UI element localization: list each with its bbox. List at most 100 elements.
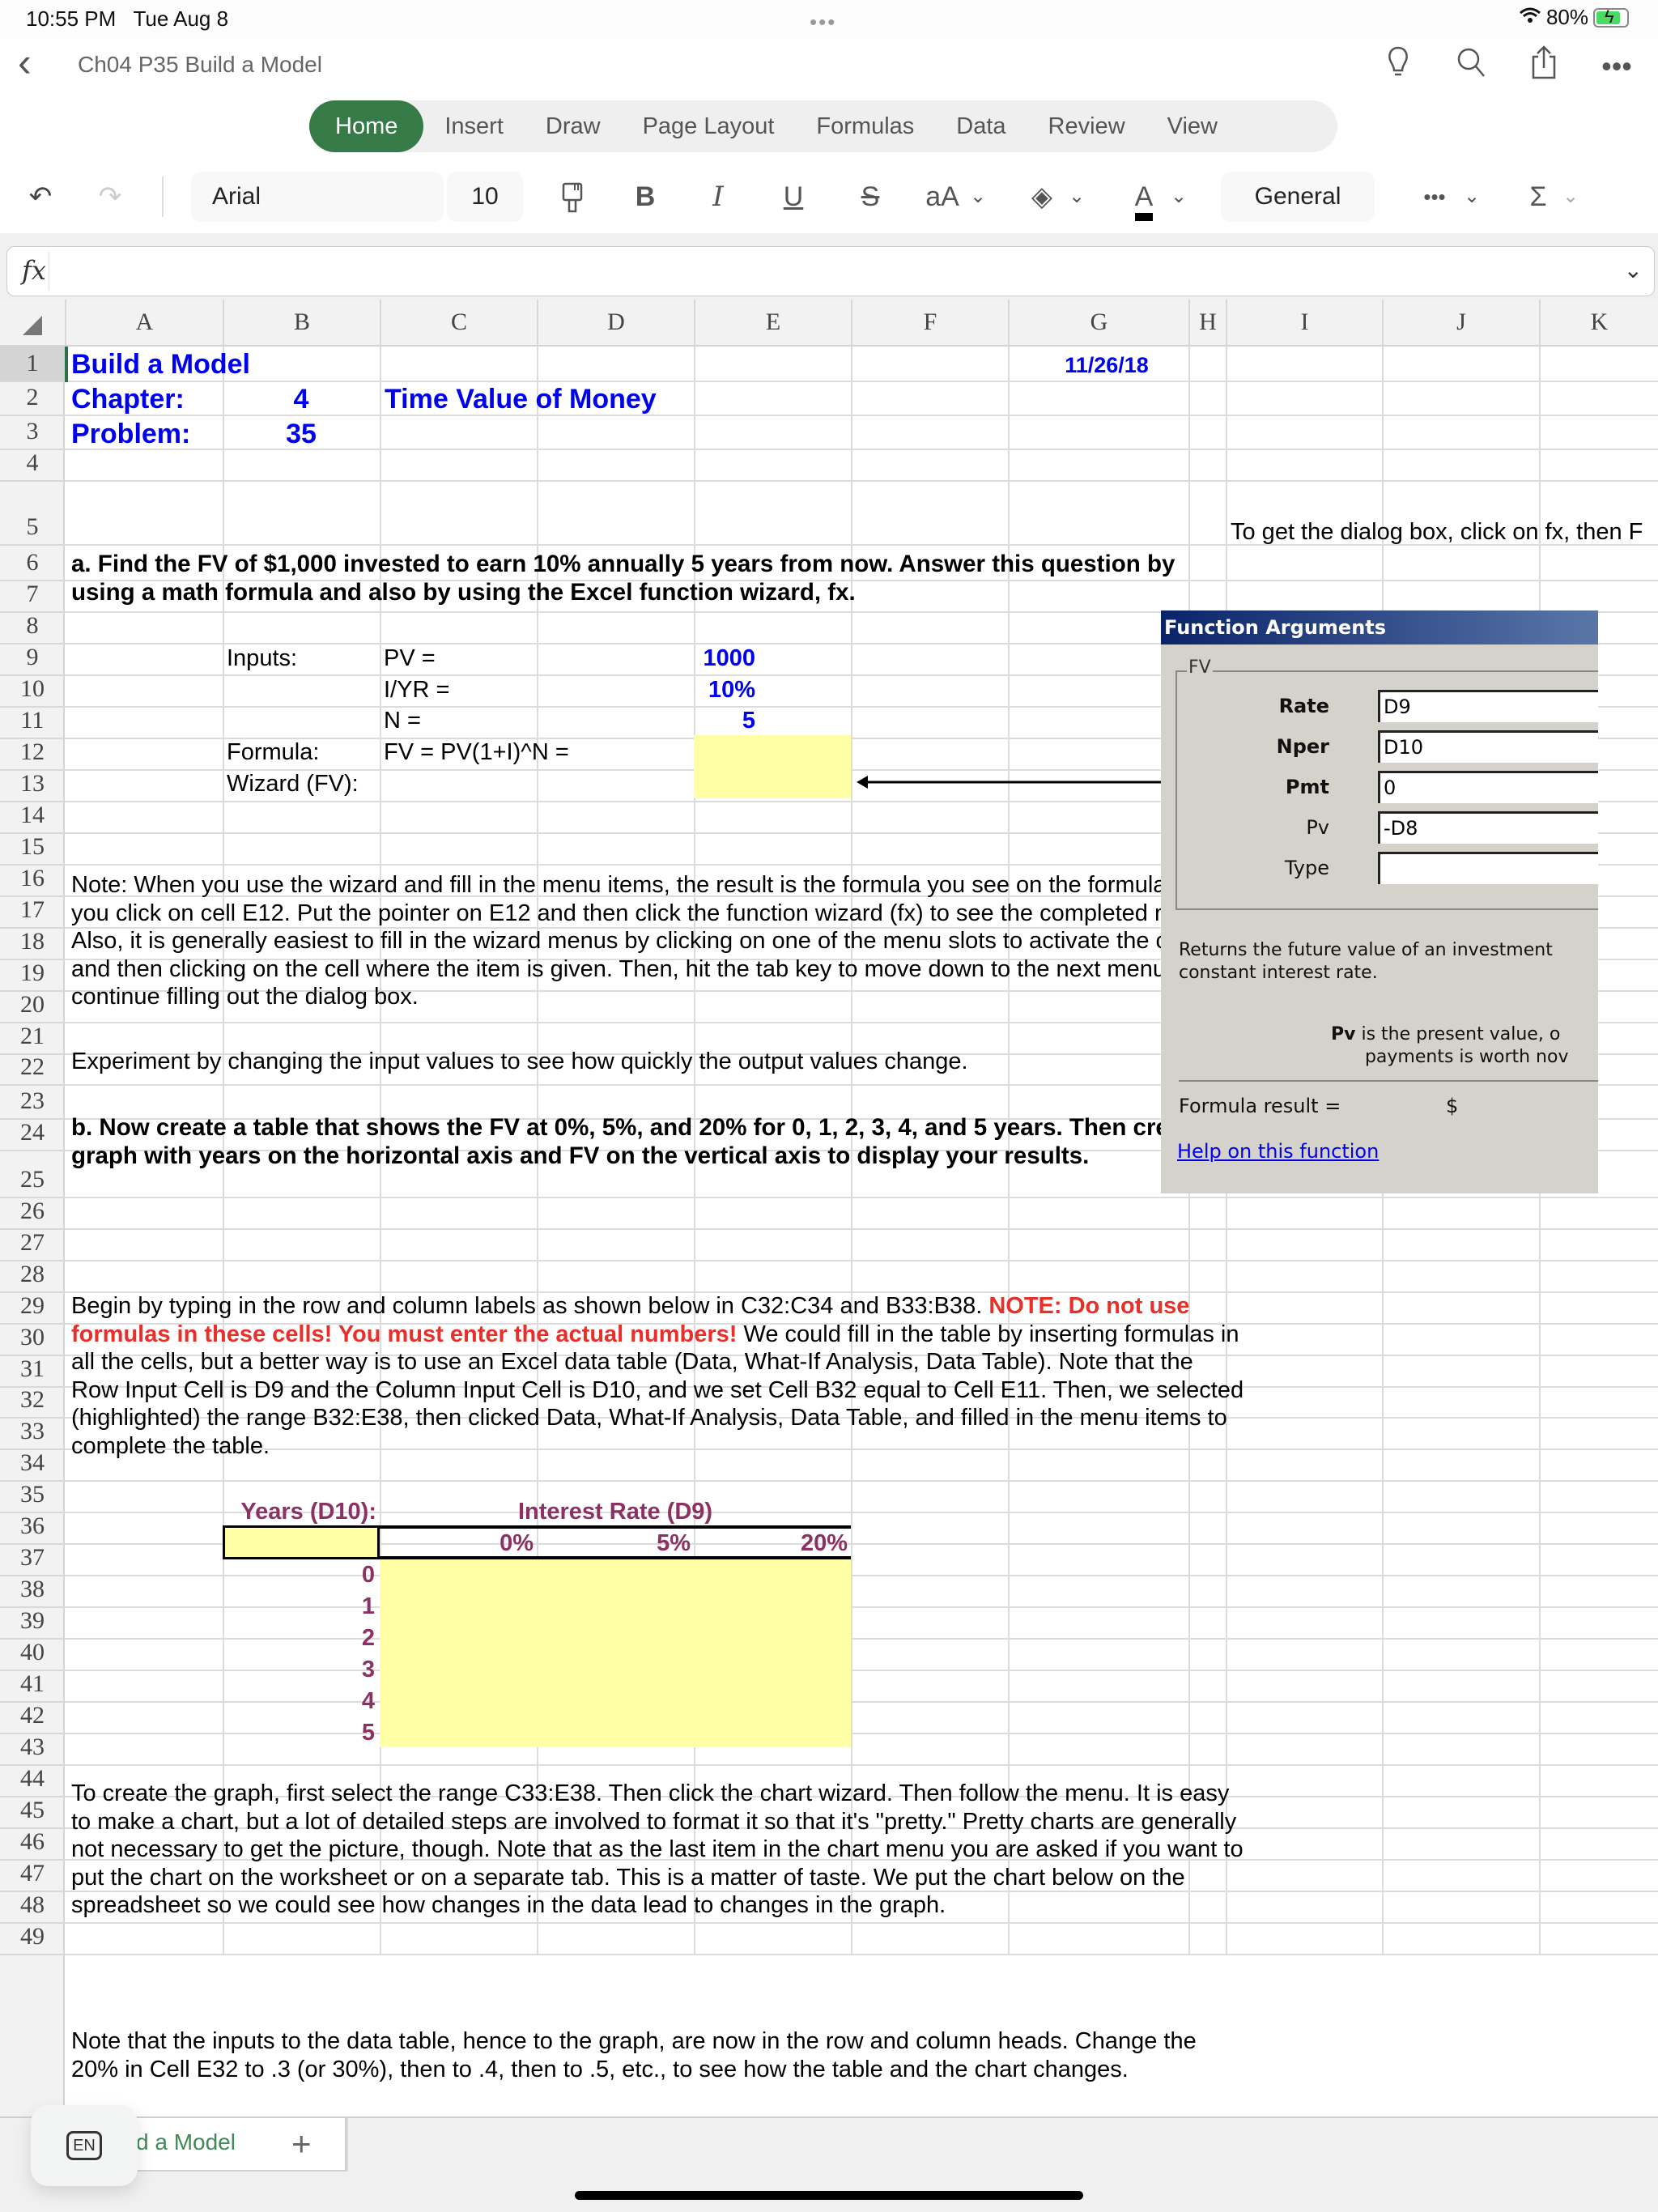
n-label[interactable]: N = — [384, 705, 421, 736]
column-header-c[interactable]: C — [380, 300, 537, 345]
row-header-10[interactable]: 10 — [0, 675, 65, 708]
row-header-41[interactable]: 41 — [0, 1670, 65, 1703]
row-header-35[interactable]: 35 — [0, 1481, 65, 1513]
pv-label[interactable]: PV = — [384, 643, 436, 674]
inputs-label[interactable]: Inputs: — [227, 643, 297, 674]
row-header-37[interactable]: 37 — [0, 1544, 65, 1576]
row-header-45[interactable]: 45 — [0, 1797, 65, 1829]
chevron-down-icon[interactable]: ⌄ — [968, 172, 988, 222]
font-size-adjust-button[interactable]: aA — [918, 172, 967, 222]
tab-home[interactable]: Home — [309, 100, 424, 152]
document-title[interactable]: Ch04 P35 Build a Model — [78, 52, 322, 78]
chapter-label[interactable]: Chapter: — [71, 384, 185, 415]
tab-data[interactable]: Data — [935, 100, 1027, 152]
row-header-33[interactable]: 33 — [0, 1418, 65, 1450]
row-header-6[interactable]: 6 — [0, 546, 65, 581]
chevron-left-icon[interactable]: ‹ — [18, 42, 32, 83]
more-icon[interactable]: ••• — [1600, 49, 1634, 83]
topic-title[interactable]: Time Value of Money — [385, 384, 657, 415]
graph-instructions[interactable]: To create the graph, first select the ra… — [71, 1780, 1245, 1920]
row-header-47[interactable]: 47 — [0, 1860, 65, 1892]
rate-0[interactable]: 0% — [380, 1528, 534, 1559]
tab-formulas[interactable]: Formulas — [795, 100, 935, 152]
sheet-title[interactable]: Build a Model — [71, 349, 250, 380]
strikethrough-button[interactable]: S — [850, 172, 891, 222]
question-b[interactable]: b. Now create a table that shows the FV … — [71, 1114, 1237, 1170]
wizard-label[interactable]: Wizard (FV): — [227, 768, 359, 799]
column-header-j[interactable]: J — [1382, 300, 1539, 345]
column-header-i[interactable]: I — [1226, 300, 1382, 345]
row-header-18[interactable]: 18 — [0, 928, 65, 960]
lightbulb-icon[interactable] — [1381, 46, 1415, 86]
chevron-down-icon[interactable]: ⌄ — [1067, 172, 1086, 222]
pv-value[interactable]: 1000 — [537, 643, 755, 674]
chapter-value[interactable]: 4 — [223, 384, 380, 415]
tab-page-layout[interactable]: Page Layout — [622, 100, 796, 152]
row-header-36[interactable]: 36 — [0, 1512, 65, 1545]
years-header[interactable]: Years (D10): — [223, 1496, 380, 1527]
row-header-38[interactable]: 38 — [0, 1576, 65, 1608]
question-a[interactable]: a. Find the FV of $1,000 invested to ear… — [71, 551, 1237, 606]
row-header-20[interactable]: 20 — [0, 991, 65, 1023]
row-header-2[interactable]: 2 — [0, 382, 65, 416]
tab-review[interactable]: Review — [1027, 100, 1146, 152]
data-table-results[interactable] — [380, 1558, 851, 1747]
row-header-15[interactable]: 15 — [0, 833, 65, 866]
tab-insert[interactable]: Insert — [423, 100, 525, 152]
tab-view[interactable]: View — [1146, 100, 1239, 152]
autosum-icon[interactable]: Σ — [1522, 172, 1554, 222]
formula-text[interactable]: FV = PV(1+I)^N = — [384, 737, 569, 768]
column-header-f[interactable]: F — [851, 300, 1008, 345]
row-header-31[interactable]: 31 — [0, 1355, 65, 1388]
chevron-down-icon[interactable]: ⌄ — [1561, 172, 1580, 222]
number-format-field[interactable]: General — [1221, 172, 1375, 222]
year-cell[interactable]: 1 — [223, 1591, 375, 1622]
home-indicator[interactable] — [575, 2191, 1083, 2200]
row-header-26[interactable]: 26 — [0, 1197, 65, 1230]
row-header-17[interactable]: 17 — [0, 896, 65, 929]
row-header-14[interactable]: 14 — [0, 802, 65, 834]
row-header-44[interactable]: 44 — [0, 1765, 65, 1797]
sheet-date[interactable]: 11/26/18 — [1050, 350, 1163, 381]
add-sheet-button[interactable]: + — [291, 2125, 312, 2163]
rate-header[interactable]: Interest Rate (D9) — [380, 1496, 851, 1527]
row-header-32[interactable]: 32 — [0, 1386, 65, 1419]
chevron-down-icon[interactable]: ⌄ — [1624, 257, 1643, 283]
fx-icon[interactable]: fx — [22, 255, 46, 286]
formula-label[interactable]: Formula: — [227, 737, 319, 768]
italic-button[interactable]: I — [698, 172, 738, 222]
rate-1[interactable]: 5% — [537, 1528, 691, 1559]
fv-answer-cells[interactable] — [694, 735, 851, 798]
row-header-30[interactable]: 30 — [0, 1324, 65, 1356]
row-header-9[interactable]: 9 — [0, 644, 65, 676]
tab-draw[interactable]: Draw — [525, 100, 622, 152]
year-cell[interactable]: 2 — [223, 1623, 375, 1653]
row-header-12[interactable]: 12 — [0, 738, 65, 771]
wizard-note[interactable]: Note: When you use the wizard and fill i… — [71, 871, 1245, 1011]
dialog-hint[interactable]: To get the dialog box, click on fx, then… — [1231, 517, 1643, 547]
row-header-8[interactable]: 8 — [0, 612, 65, 644]
formula-input[interactable] — [56, 250, 1605, 292]
row-header-27[interactable]: 27 — [0, 1229, 65, 1261]
font-name-field[interactable]: Arial — [191, 172, 444, 222]
row-header-46[interactable]: 46 — [0, 1828, 65, 1861]
year-cell[interactable]: 3 — [223, 1654, 375, 1685]
select-all-button[interactable] — [0, 300, 65, 345]
redo-icon[interactable]: ↷ — [87, 172, 133, 222]
more-icon[interactable]: ••• — [1418, 172, 1451, 222]
year-cell[interactable]: 4 — [223, 1686, 375, 1716]
column-header-g[interactable]: G — [1008, 300, 1188, 345]
row-header-48[interactable]: 48 — [0, 1891, 65, 1924]
font-size-field[interactable]: 10 — [447, 172, 523, 222]
row-header-21[interactable]: 21 — [0, 1023, 65, 1055]
column-header-e[interactable]: E — [694, 300, 851, 345]
row-header-1[interactable]: 1 — [0, 347, 65, 382]
row-header-24[interactable]: 24 — [0, 1119, 65, 1151]
search-icon[interactable] — [1454, 47, 1488, 85]
row-header-5[interactable]: 5 — [0, 482, 65, 546]
row-header-4[interactable]: 4 — [0, 449, 65, 482]
font-color-icon[interactable]: A — [1124, 172, 1164, 222]
final-note[interactable]: Note that the inputs to the data table, … — [71, 2027, 1237, 2083]
row-header-11[interactable]: 11 — [0, 707, 65, 739]
row-header-23[interactable]: 23 — [0, 1086, 65, 1120]
